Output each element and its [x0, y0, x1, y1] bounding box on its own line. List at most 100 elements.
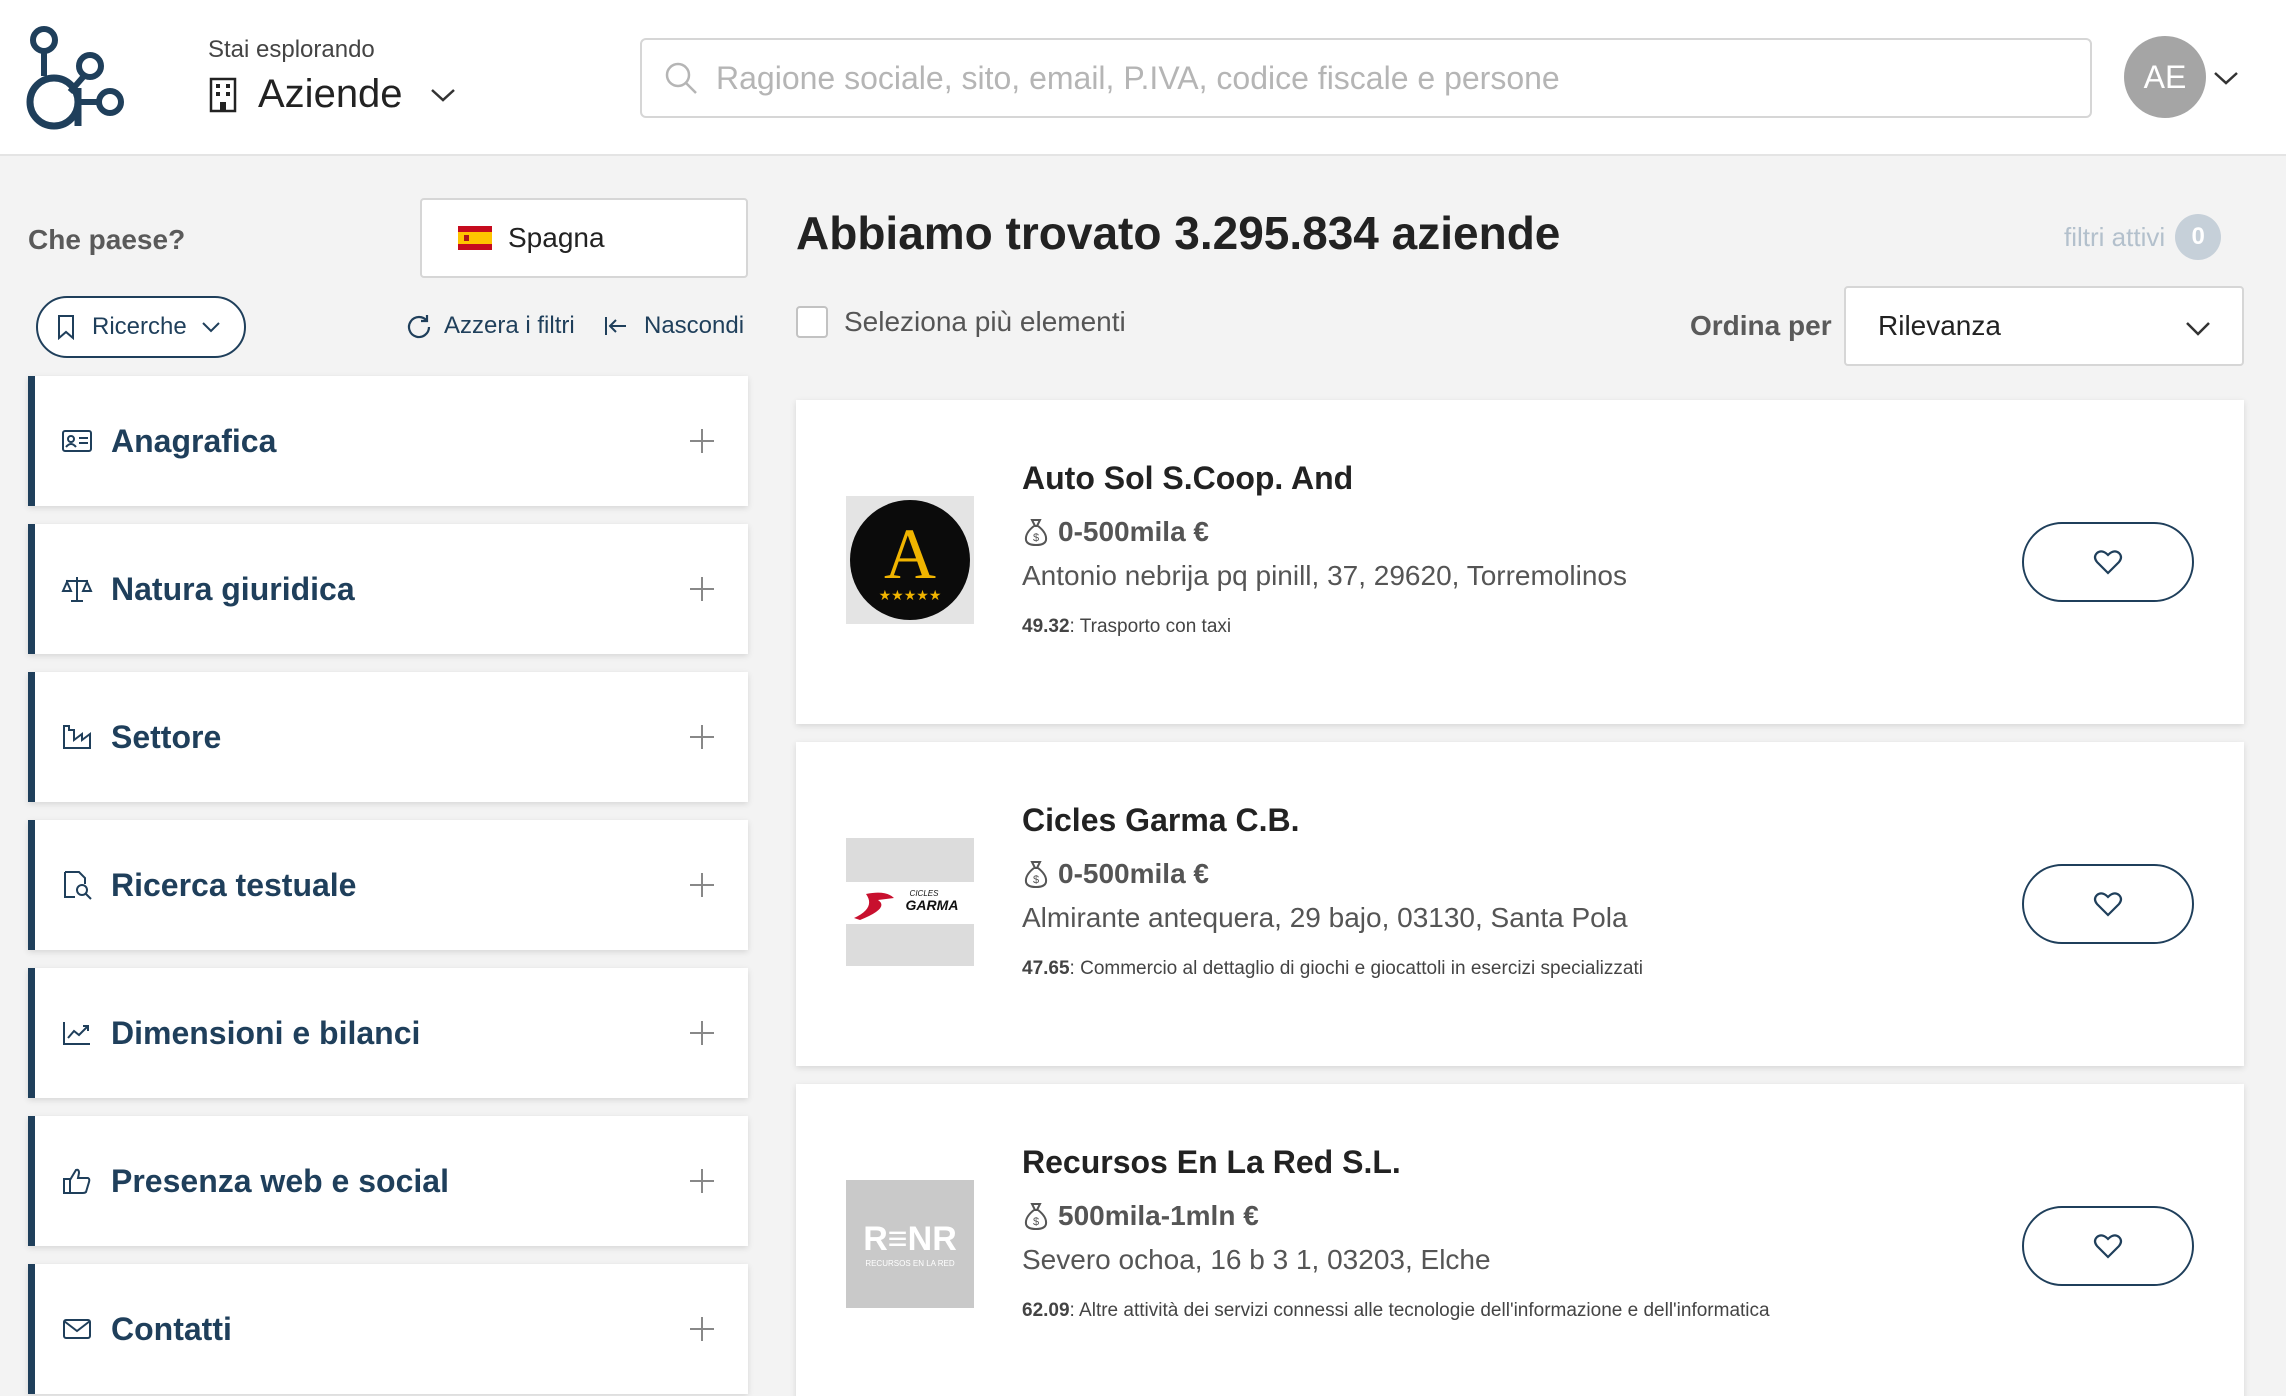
plus-icon[interactable] — [686, 869, 718, 901]
app-logo-icon[interactable] — [22, 26, 132, 132]
money-bag-icon: $ — [1024, 519, 1048, 547]
svg-text:$: $ — [1033, 1216, 1039, 1228]
scale-icon — [61, 577, 93, 602]
reset-filters-label: Azzera i filtri — [444, 312, 575, 339]
building-icon — [209, 77, 237, 112]
active-filters-indicator[interactable]: filtri attivi 0 — [2064, 214, 2222, 260]
filter-label: Settore — [111, 718, 222, 755]
heart-icon — [2093, 550, 2123, 575]
reset-filters-button[interactable]: Azzera i filtri — [406, 312, 575, 340]
company-logo[interactable]: CICLES GARMA — [846, 838, 974, 966]
filter-panel-natura-giuridica[interactable]: Natura giuridica — [28, 524, 748, 654]
logo-stars: ★★★★★ — [879, 587, 942, 603]
ateco-code: 49.32 — [1022, 616, 1070, 637]
entity-switcher[interactable]: Stai esplorando Aziende — [208, 36, 457, 117]
hide-sidebar-label: Nascondi — [644, 312, 745, 339]
result-card[interactable]: R≡NR RECURSOS EN LA RED Recursos En La R… — [796, 1084, 2244, 1396]
revenue-value: 0-500mila € — [1058, 516, 1209, 547]
filter-panel-ricerca-testuale[interactable]: Ricerca testuale — [28, 820, 748, 950]
chevron-down-icon — [2186, 322, 2210, 336]
revenue-range: $ 0-500mila € — [1022, 858, 1209, 890]
filter-panel-anagrafica[interactable]: Anagrafica — [28, 376, 748, 506]
favorite-button[interactable] — [2022, 864, 2194, 944]
search-input[interactable] — [716, 59, 2016, 97]
ateco-code: 47.65 — [1022, 958, 1070, 979]
results-count-title: Abbiamo trovato 3.295.834 aziende — [796, 207, 1561, 259]
chevron-down-icon — [430, 88, 455, 102]
sort-value: Rilevanza — [1878, 310, 2001, 341]
heart-icon — [2093, 892, 2123, 917]
plus-icon[interactable] — [686, 721, 718, 753]
saved-searches-label: Ricerche — [92, 313, 187, 340]
company-name[interactable]: Recursos En La Red S.L. — [1022, 1144, 1401, 1181]
thumbs-up-icon — [63, 1168, 91, 1194]
arrow-left-bar-icon — [605, 317, 626, 335]
id-card-icon — [62, 430, 92, 452]
active-filters-count-badge: 0 — [2175, 214, 2222, 260]
filter-label: Natura giuridica — [111, 570, 355, 607]
filter-panel-settore[interactable]: Settore — [28, 672, 748, 802]
search-bar[interactable] — [640, 38, 2092, 118]
money-bag-icon: $ — [1024, 1203, 1048, 1231]
company-logo-letter: R≡NR — [863, 1220, 957, 1258]
chevron-down-icon[interactable] — [2212, 68, 2240, 88]
company-activity: 49.32: Trasporto con taxi — [1022, 616, 1231, 638]
company-logo-subtitle: RECURSOS EN LA RED — [865, 1259, 955, 1268]
revenue-range: $ 0-500mila € — [1022, 516, 1209, 548]
sort-select[interactable]: Rilevanza — [1844, 286, 2244, 366]
revenue-value: 500mila-1mln € — [1058, 1200, 1259, 1231]
bookmark-icon — [58, 315, 74, 340]
svg-text:$: $ — [1033, 874, 1039, 886]
country-value: Spagna — [508, 222, 605, 253]
entity-switcher-caption: Stai esplorando — [208, 36, 375, 63]
ateco-description: : Commercio al dettaglio di giochi e gio… — [1069, 958, 1643, 979]
filter-panel-presenza-web[interactable]: Presenza web e social — [28, 1116, 748, 1246]
plus-icon[interactable] — [686, 1165, 718, 1197]
multi-select-toggle[interactable]: Seleziona più elementi — [796, 306, 1126, 338]
refresh-icon — [407, 315, 431, 339]
filter-panel-contatti[interactable]: Contatti — [28, 1264, 748, 1394]
revenue-range: $ 500mila-1mln € — [1022, 1200, 1259, 1232]
plus-icon[interactable] — [686, 425, 718, 457]
plus-icon[interactable] — [686, 1313, 718, 1345]
favorite-button[interactable] — [2022, 522, 2194, 602]
company-address: Antonio nebrija pq pinill, 37, 29620, To… — [1022, 560, 1627, 591]
hide-sidebar-button[interactable]: Nascondi — [604, 312, 744, 340]
plus-icon[interactable] — [686, 573, 718, 605]
user-avatar[interactable]: AE — [2124, 36, 2206, 118]
spain-flag-icon — [458, 226, 492, 250]
filter-label: Dimensioni e bilanci — [111, 1014, 421, 1051]
money-bag-icon: $ — [1024, 861, 1048, 889]
favorite-button[interactable] — [2022, 1206, 2194, 1286]
ateco-description: : Trasporto con taxi — [1069, 616, 1232, 637]
search-icon — [665, 62, 697, 94]
chevron-down-icon — [201, 322, 220, 333]
envelope-icon — [63, 1319, 91, 1339]
result-card[interactable]: CICLES GARMA Cicles Garma C.B. $ 0-500mi… — [796, 742, 2244, 1066]
top-header: Stai esplorando Aziende AE — [0, 0, 2286, 156]
company-name[interactable]: Cicles Garma C.B. — [1022, 802, 1299, 839]
saved-searches-button[interactable]: Ricerche — [36, 296, 246, 358]
result-card[interactable]: A ★★★★★ Auto Sol S.Coop. And $ 0-500mila… — [796, 400, 2244, 724]
company-activity: 47.65: Commercio al dettaglio di giochi … — [1022, 958, 1643, 980]
filter-label: Contatti — [111, 1310, 232, 1347]
document-search-icon — [64, 871, 92, 900]
company-logo-letter: A — [884, 514, 936, 594]
ateco-description: : Altre attività dei servizi connessi al… — [1069, 1300, 1770, 1321]
filter-panel-dimensioni-bilanci[interactable]: Dimensioni e bilanci — [28, 968, 748, 1098]
company-logo[interactable]: A ★★★★★ — [846, 496, 974, 624]
company-activity: 62.09: Altre attività dei servizi connes… — [1022, 1300, 1770, 1322]
company-logo[interactable]: R≡NR RECURSOS EN LA RED — [846, 1180, 974, 1308]
svg-text:$: $ — [1033, 532, 1039, 544]
plus-icon[interactable] — [686, 1017, 718, 1049]
chart-line-icon — [63, 1022, 90, 1045]
company-address: Severo ochoa, 16 b 3 1, 03203, Elche — [1022, 1244, 1491, 1275]
company-name[interactable]: Auto Sol S.Coop. And — [1022, 460, 1353, 497]
country-label: Che paese? — [28, 224, 186, 255]
filter-label: Presenza web e social — [111, 1162, 449, 1199]
multi-select-checkbox[interactable] — [796, 306, 828, 338]
company-logo-letter: GARMA — [906, 897, 959, 913]
heart-icon — [2093, 1234, 2123, 1259]
country-select[interactable]: Spagna — [420, 198, 748, 278]
revenue-value: 0-500mila € — [1058, 858, 1209, 889]
